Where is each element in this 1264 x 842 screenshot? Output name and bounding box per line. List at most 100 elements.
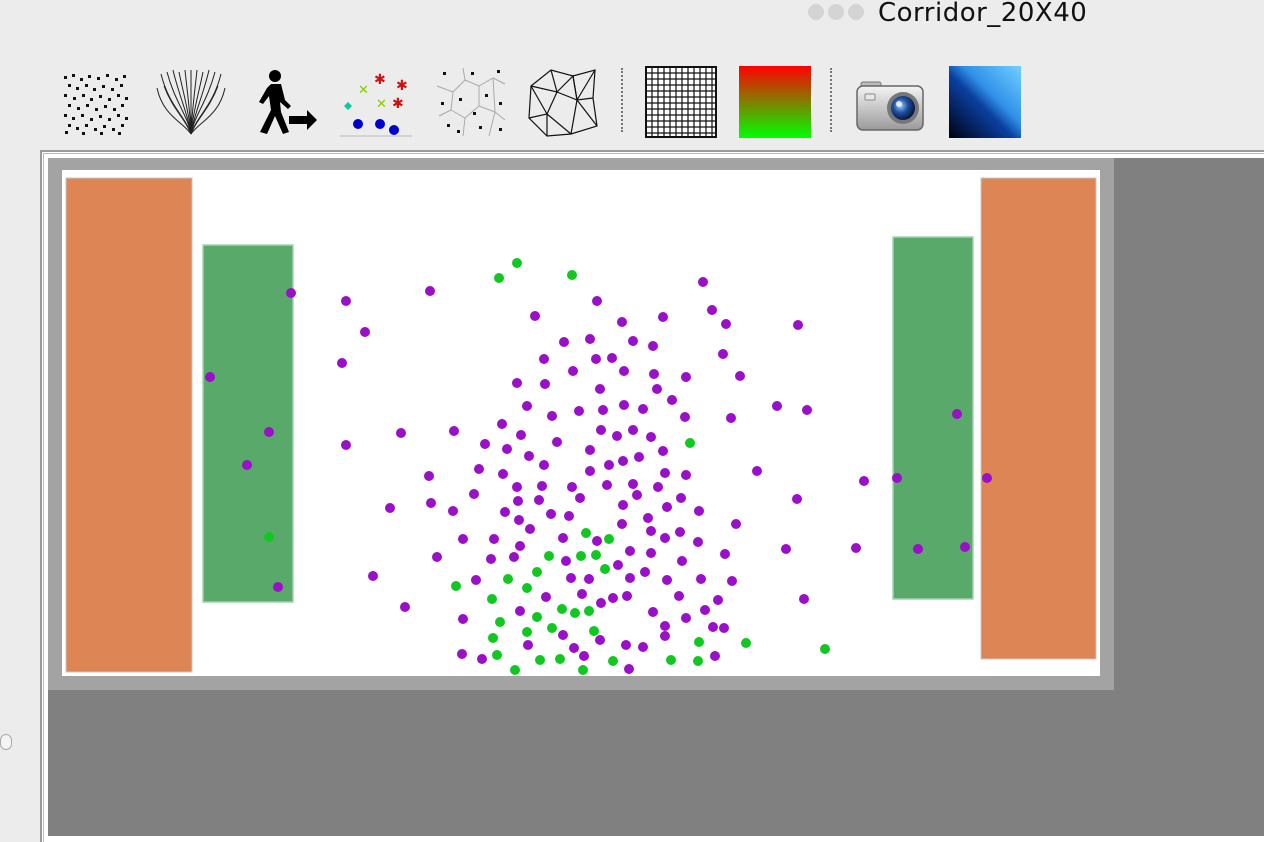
pedestrian-agent-green — [591, 550, 601, 560]
pedestrian-agent-purple — [598, 405, 608, 415]
pedestrian-agent-green — [666, 655, 676, 665]
pedestrian-agent-purple — [772, 401, 782, 411]
pedestrian-agent-purple — [646, 432, 656, 442]
pedestrian-agent-green — [820, 644, 830, 654]
pedestrian-agent-purple — [516, 430, 526, 440]
zoom-window-button[interactable] — [848, 4, 864, 20]
camera-icon — [856, 81, 924, 131]
window-title: Corridor_20X40 — [878, 0, 1088, 28]
grid-tool[interactable] — [645, 66, 717, 138]
voronoi-tool[interactable] — [435, 66, 507, 138]
pedestrian-agent-purple — [396, 428, 406, 438]
clusters-tool[interactable]: ✱ ✱ ✱ ✕ ✕ — [340, 66, 412, 138]
pedestrian-agent-purple — [552, 437, 562, 447]
pedestrian-agent-purple — [525, 524, 535, 534]
pedestrian-agent-purple — [592, 536, 602, 546]
pedestrian-agent-purple — [360, 327, 370, 337]
pedestrian-agent-purple — [585, 466, 595, 476]
pedestrian-agent-green — [488, 633, 498, 643]
pedestrian-agent-purple — [577, 589, 587, 599]
pedestrian-agent-purple — [643, 513, 653, 523]
pedestrian-agent-green — [495, 617, 505, 627]
pedestrian-agent-purple — [568, 366, 578, 376]
pedestrian-agent-purple — [286, 288, 296, 298]
pedestrian-agent-purple — [752, 466, 762, 476]
pedestrian-agent-green — [589, 626, 599, 636]
pedestrian-agent-purple — [628, 425, 638, 435]
pedestrian-agent-purple — [539, 354, 549, 364]
toolbar-separator — [830, 68, 832, 132]
pedestrian-agent-green — [512, 258, 522, 268]
pedestrian-agent-purple — [696, 574, 706, 584]
simulation-view[interactable] — [62, 170, 1100, 676]
pedestrian-agent-purple — [424, 471, 434, 481]
pedestrian-agent-green — [584, 606, 594, 616]
pedestrian-agent-purple — [530, 311, 540, 321]
close-window-button[interactable] — [808, 4, 824, 20]
pedestrian-agent-purple — [625, 546, 635, 556]
trajectories-tool[interactable] — [155, 66, 227, 138]
pedestrian-agent-green — [492, 650, 502, 660]
pedestrian-agent-purple — [708, 622, 718, 632]
target-area-left — [202, 244, 294, 603]
pedestrian-agent-purple — [700, 605, 710, 615]
pedestrian-agent-purple — [960, 542, 970, 552]
pedestrian-agent-purple — [477, 654, 487, 664]
pedestrian-agent-green — [567, 270, 577, 280]
pedestrian-agent-purple — [512, 482, 522, 492]
pedestrian-agent-green — [576, 551, 586, 561]
wall-right — [980, 177, 1097, 660]
pedestrian-agent-purple — [628, 479, 638, 489]
pedestrian-agent-purple — [426, 498, 436, 508]
pedestrian-agent-green — [578, 665, 588, 675]
pedestrian-agent-purple — [632, 490, 642, 500]
toolbar: ✱ ✱ ✱ ✕ ✕ — [0, 60, 1264, 146]
pedestrian-agent-purple — [569, 643, 579, 653]
pedestrian-agent-purple — [713, 595, 723, 605]
pedestrian-agent-green — [685, 438, 695, 448]
pedestrian-agent-green — [557, 604, 567, 614]
pedestrian-agent-purple — [575, 493, 585, 503]
pedestrian-agent-purple — [341, 296, 351, 306]
red-green-gradient-icon — [739, 66, 811, 138]
pedestrian-agent-purple — [502, 444, 512, 454]
pedestrian-agent-purple — [640, 567, 650, 577]
pedestrian-agent-purple — [658, 312, 668, 322]
pedestrian-agent-purple — [681, 613, 691, 623]
pedestrian-agent-green — [264, 532, 274, 542]
snapshot-tool[interactable] — [855, 66, 927, 138]
pedestrian-agent-purple — [458, 534, 468, 544]
pedestrian-agent-purple — [264, 427, 274, 437]
pedestrian-agent-purple — [457, 649, 467, 659]
pedestrian-agent-purple — [662, 502, 672, 512]
pedestrian-agent-purple — [469, 489, 479, 499]
blue-colormap-tool[interactable] — [949, 66, 1021, 138]
pedestrian-agent-purple — [952, 409, 962, 419]
point-cloud-icon — [64, 74, 128, 135]
triangulation-tool[interactable] — [527, 66, 599, 138]
pedestrian-agent-purple — [400, 602, 410, 612]
pedestrian-flow-tool[interactable] — [245, 66, 317, 138]
pedestrian-agent-green — [604, 534, 614, 544]
pedestrian-agent-purple — [537, 481, 547, 491]
pedestrian-agent-purple — [540, 379, 550, 389]
pedestrian-agent-purple — [638, 642, 648, 652]
minimize-window-button[interactable] — [828, 4, 844, 20]
pedestrian-agent-purple — [602, 480, 612, 490]
pedestrian-agent-purple — [718, 349, 728, 359]
random-points-tool[interactable] — [60, 66, 132, 138]
split-pane-handle[interactable] — [0, 734, 12, 750]
svg-text:✕: ✕ — [358, 83, 369, 98]
pedestrian-agent-purple — [368, 571, 378, 581]
pedestrian-agent-purple — [619, 400, 629, 410]
pedestrian-agent-purple — [592, 296, 602, 306]
pedestrian-agent-purple — [676, 493, 686, 503]
pedestrian-agent-purple — [205, 372, 215, 382]
pedestrian-agent-purple — [667, 395, 677, 405]
pedestrian-agent-green — [532, 567, 542, 577]
density-colormap-tool[interactable] — [739, 66, 811, 138]
pedestrian-agent-purple — [649, 369, 659, 379]
pedestrian-agent-purple — [448, 506, 458, 516]
pedestrian-agent-purple — [648, 341, 658, 351]
pedestrian-agent-purple — [500, 507, 510, 517]
